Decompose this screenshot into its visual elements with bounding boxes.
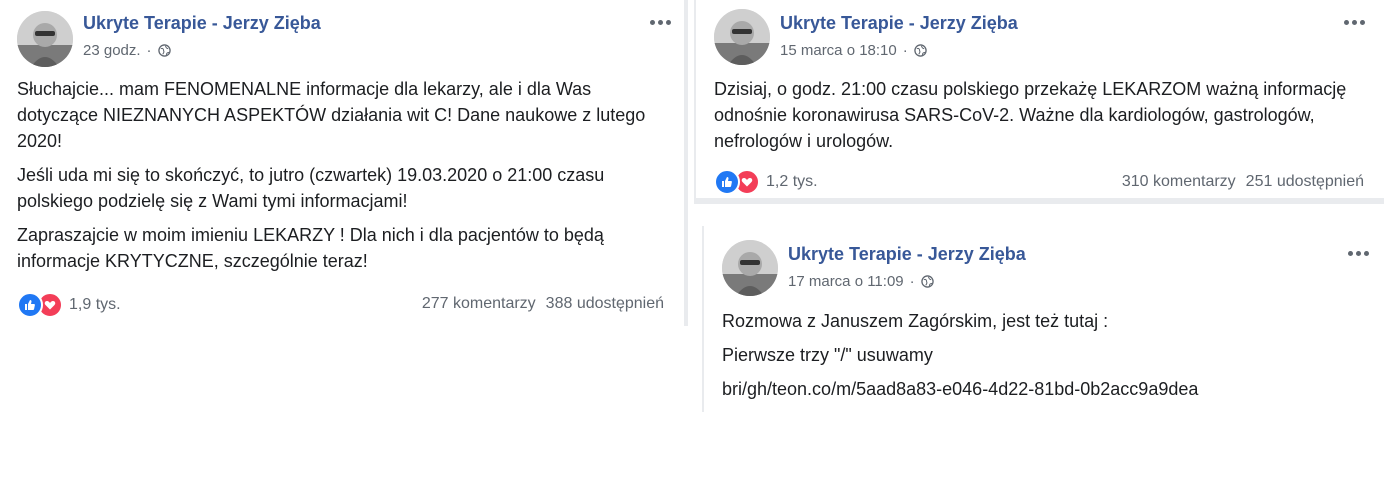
comments-count-link[interactable]: 310 komentarzy	[1122, 173, 1236, 191]
post-body: Rozmowa z Januszem Zagórskim, jest też t…	[722, 308, 1362, 410]
post-stats: 277 komentarzy 388 udostępnień	[422, 295, 664, 313]
like-reaction-icon	[17, 292, 43, 318]
author-avatar[interactable]	[17, 11, 73, 67]
reactions-count[interactable]: 1,2 tys.	[766, 173, 818, 191]
post-paragraph: Słuchajcie... mam FENOMENALNE informacje…	[17, 79, 646, 151]
post-link-text: bri/gh/teon.co/m/5aad8a83-e046-4d22-81bd…	[722, 379, 1199, 399]
post-timestamp[interactable]: 15 marca o 18:10	[780, 42, 897, 59]
shares-count-link[interactable]: 388 udostępnień	[546, 295, 664, 313]
author-avatar[interactable]	[722, 240, 778, 296]
post-timestamp[interactable]: 23 godz.	[83, 42, 141, 59]
post-paragraph: Zapraszajcie w moim imieniu LEKARZY ! Dl…	[17, 225, 604, 271]
post-paragraph: Dzisiaj, o godz. 21:00 czasu polskiego p…	[714, 79, 1347, 151]
post-meta: 23 godz. ·	[83, 42, 171, 59]
reactions-count[interactable]: 1,9 tys.	[69, 296, 121, 314]
post-meta: 17 marca o 11:09 ·	[788, 273, 934, 290]
reactions-summary[interactable]: 1,9 tys.	[17, 292, 121, 318]
reactions-summary[interactable]: 1,2 tys.	[714, 169, 818, 195]
author-name-link[interactable]: Ukryte Terapie - Jerzy Zięba	[83, 13, 321, 34]
more-options-icon[interactable]	[1344, 243, 1372, 263]
globe-icon	[914, 44, 927, 57]
post-stats: 310 komentarzy 251 udostępnień	[1122, 173, 1364, 191]
post-paragraph: Rozmowa z Januszem Zagórskim, jest też t…	[722, 311, 1109, 331]
post-meta: 15 marca o 18:10 ·	[780, 42, 927, 59]
post-body: Słuchajcie... mam FENOMENALNE informacje…	[17, 76, 657, 282]
avatar-photo-icon	[714, 9, 770, 65]
meta-separator: ·	[902, 42, 908, 59]
post-card-1: Ukryte Terapie - Jerzy Zięba 23 godz. · …	[0, 0, 688, 326]
post-body: Dzisiaj, o godz. 21:00 czasu polskiego p…	[714, 76, 1354, 162]
post-paragraph: Jeśli uda mi się to skończyć, to jutro (…	[17, 165, 605, 211]
globe-icon	[920, 275, 934, 288]
author-avatar[interactable]	[714, 9, 770, 65]
like-reaction-icon	[714, 169, 740, 195]
post-card-2: Ukryte Terapie - Jerzy Zięba 15 marca o …	[694, 0, 1384, 204]
post-paragraph: Pierwsze trzy "/" usuwamy	[722, 345, 933, 365]
post-card-3: Ukryte Terapie - Jerzy Zięba 17 marca o …	[702, 226, 1386, 412]
shares-count-link[interactable]: 251 udostępnień	[1246, 173, 1364, 191]
globe-icon	[157, 44, 171, 57]
more-options-icon[interactable]	[646, 12, 674, 32]
author-name-link[interactable]: Ukryte Terapie - Jerzy Zięba	[780, 13, 1018, 34]
avatar-photo-icon	[722, 240, 778, 296]
meta-separator: ·	[146, 42, 152, 59]
post-timestamp[interactable]: 17 marca o 11:09	[788, 273, 904, 290]
more-options-icon[interactable]	[1340, 12, 1368, 32]
meta-separator: ·	[909, 273, 915, 290]
author-name-link[interactable]: Ukryte Terapie - Jerzy Zięba	[788, 244, 1026, 265]
comments-count-link[interactable]: 277 komentarzy	[422, 295, 536, 313]
avatar-photo-icon	[17, 11, 73, 67]
